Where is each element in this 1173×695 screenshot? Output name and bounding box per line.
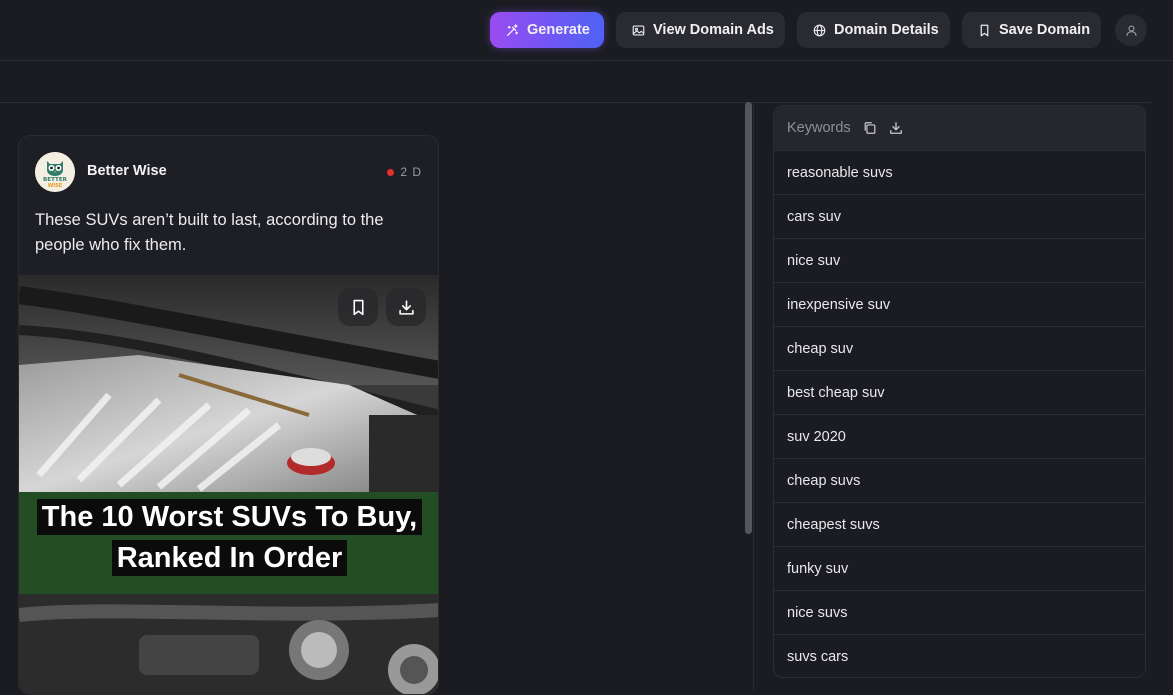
keyword-row[interactable]: cars suv — [774, 194, 1145, 238]
keyword-row[interactable]: cheapest suvs — [774, 502, 1145, 546]
globe-icon — [813, 24, 826, 36]
logo-text-bottom: WISE — [48, 183, 63, 189]
panel-divider — [753, 102, 754, 690]
brand-name: Better Wise — [87, 163, 167, 179]
ad-age: 2 D — [387, 165, 422, 179]
image-icon — [632, 24, 645, 36]
save-domain-label: Save Domain — [999, 22, 1091, 38]
user-avatar-button[interactable] — [1115, 14, 1147, 46]
ad-age-label: 2 D — [400, 165, 422, 179]
user-icon — [1125, 24, 1137, 36]
view-domain-ads-label: View Domain Ads — [653, 22, 774, 38]
engine-bay-illustration — [19, 275, 438, 694]
keyword-row[interactable]: suvs cars — [774, 634, 1145, 677]
keyword-row[interactable]: cheap suvs — [774, 458, 1145, 502]
download-ad-button[interactable] — [386, 288, 426, 326]
keyword-row[interactable]: best cheap suv — [774, 370, 1145, 414]
keyword-row[interactable]: reasonable suvs — [774, 150, 1145, 194]
keywords-panel: Keywords reasonable suvs cars suv nice s… — [773, 105, 1146, 678]
download-icon[interactable] — [889, 121, 903, 135]
download-icon — [398, 299, 414, 315]
subheader-divider — [0, 102, 1151, 103]
keyword-row[interactable]: inexpensive suv — [774, 282, 1145, 326]
copy-icon[interactable] — [863, 121, 877, 135]
keywords-title: Keywords — [787, 120, 851, 136]
caption-line-2-text: Ranked In Order — [111, 540, 348, 576]
keyword-row[interactable]: nice suv — [774, 238, 1145, 282]
content-scrollbar[interactable] — [745, 102, 752, 534]
domain-details-label: Domain Details — [834, 22, 939, 38]
keywords-list: reasonable suvs cars suv nice suv inexpe… — [774, 150, 1145, 677]
magic-wand-icon — [507, 23, 518, 36]
top-toolbar: Generate View Domain Ads Domain Details … — [0, 0, 1173, 61]
keyword-row[interactable]: suv 2020 — [774, 414, 1145, 458]
keywords-header: Keywords — [774, 106, 1145, 150]
generate-label: Generate — [527, 22, 590, 38]
caption-line-1: The 10 Worst SUVs To Buy, — [19, 499, 438, 535]
view-domain-ads-button[interactable]: View Domain Ads — [616, 12, 785, 48]
keyword-row[interactable]: cheap suv — [774, 326, 1145, 370]
live-status-dot — [387, 168, 395, 176]
save-ad-button[interactable] — [338, 288, 378, 326]
caption-line-1-text: The 10 Worst SUVs To Buy, — [36, 499, 423, 535]
caption-line-2: Ranked In Order — [19, 540, 438, 576]
ad-headline: These SUVs aren’t built to last, accordi… — [35, 211, 384, 254]
ad-card-header: BETTER WISE Better Wise 2 D — [35, 152, 422, 192]
bookmark-icon — [352, 299, 364, 315]
ad-card[interactable]: BETTER WISE Better Wise 2 D These SUVs a… — [18, 135, 439, 695]
generate-button[interactable]: Generate — [490, 12, 604, 48]
ad-image: The 10 Worst SUVs To Buy, Ranked In Orde… — [19, 275, 438, 694]
keyword-row[interactable]: nice suvs — [774, 590, 1145, 634]
brand-logo: BETTER WISE — [35, 152, 75, 192]
domain-details-button[interactable]: Domain Details — [797, 12, 950, 48]
save-domain-button[interactable]: Save Domain — [962, 12, 1101, 48]
bookmark-icon — [980, 24, 989, 36]
keyword-row[interactable]: funky suv — [774, 546, 1145, 590]
